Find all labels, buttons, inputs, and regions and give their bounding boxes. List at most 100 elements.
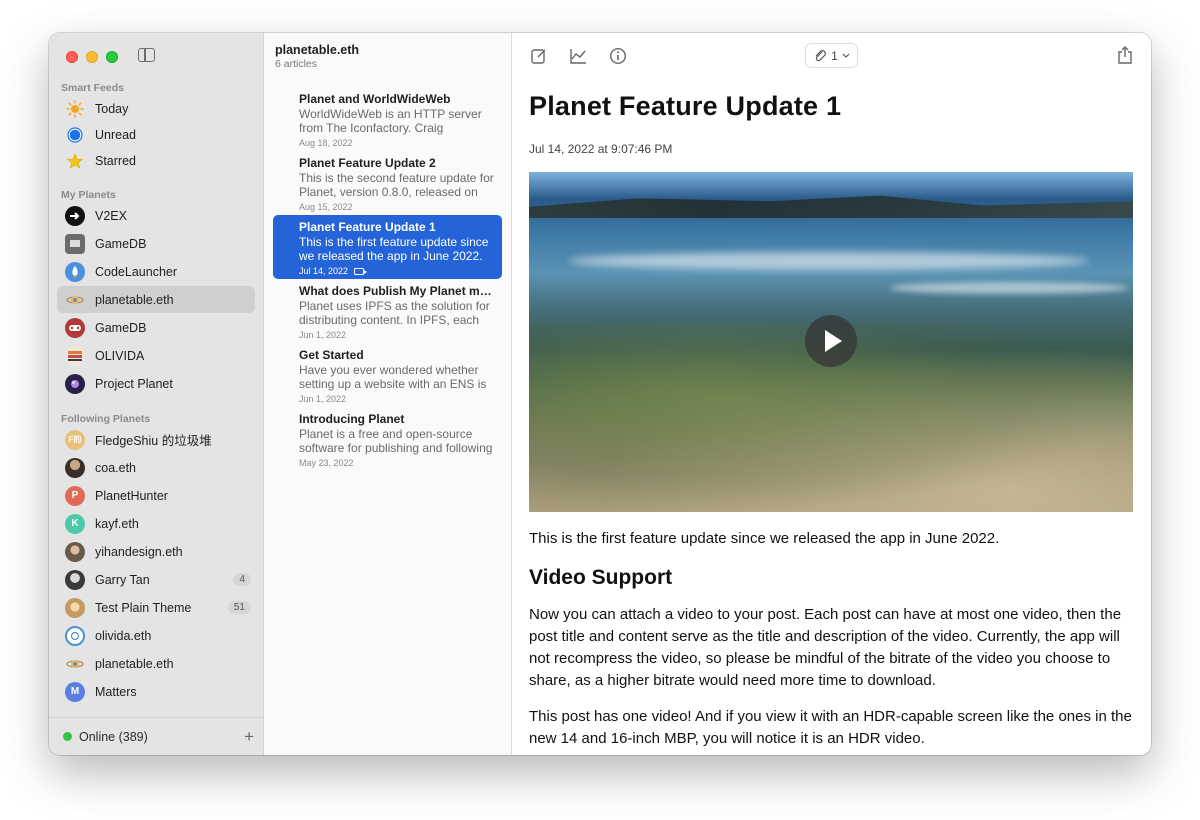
list-item-selected[interactable]: Planet Feature Update 1 This is the firs… [273, 215, 502, 279]
article-date: Jun 1, 2022 [299, 330, 496, 340]
share-icon[interactable] [1116, 45, 1134, 64]
sidebar-item-label: Today [95, 101, 129, 116]
sidebar-item-garry-tan[interactable]: Garry Tan 4 [57, 566, 255, 593]
sidebar-item-label: Starred [95, 153, 136, 168]
sun-icon [65, 99, 85, 119]
toolbar: 1 [512, 33, 1151, 78]
sidebar-item-label: Unread [95, 127, 136, 142]
project-planet-icon [65, 373, 85, 394]
sidebar-item-label: Garry Tan [95, 572, 150, 587]
sidebar-item-unread[interactable]: Unread [57, 121, 255, 148]
sidebar-item-fledgeshiu[interactable]: F的 FledgeShiu 的垃圾堆 [57, 426, 255, 453]
online-status-label: Online (389) [79, 729, 148, 744]
sidebar-item-olivida-eth[interactable]: olivida.eth [57, 622, 255, 649]
article-summary: Have you ever wondered whether setting u… [299, 363, 487, 391]
sidebar-item-label: PlanetHunter [95, 488, 168, 503]
article-date-text: Jun 1, 2022 [299, 330, 347, 340]
article-date: Aug 15, 2022 [299, 202, 496, 212]
close-window-button[interactable] [66, 51, 78, 63]
sidebar-item-olivida[interactable]: OLIVIDA [57, 342, 255, 369]
article-date: Jul 14, 2022 [299, 266, 496, 276]
section-title-smart-feeds: Smart Feeds [61, 82, 125, 94]
v2ex-icon [65, 205, 85, 226]
video-frame-foam [569, 252, 1089, 270]
list-item[interactable]: What does Publish My Planet mean? Planet… [273, 279, 502, 343]
sidebar-item-gamedb[interactable]: GameDB [57, 230, 255, 257]
article-intro: This is the first feature update since w… [529, 530, 1000, 547]
sidebar-item-label: Matters [95, 684, 137, 699]
list-item[interactable]: Introducing Planet Planet is a free and … [273, 407, 502, 471]
sidebar-item-planetable-following[interactable]: planetable.eth [57, 650, 255, 677]
sidebar-item-label: Project Planet [95, 376, 173, 391]
list-item[interactable]: Planet Feature Update 2 This is the seco… [273, 151, 502, 215]
video-attachment-icon [354, 267, 368, 275]
sidebar-item-v2ex[interactable]: V2EX [57, 202, 255, 229]
sidebar-item-starred[interactable]: Starred [57, 147, 255, 174]
article-date-text: May 23, 2022 [299, 458, 354, 468]
compose-icon[interactable] [530, 47, 548, 65]
article-body: Planet Feature Update 1 Jul 14, 2022 at … [529, 91, 1134, 750]
list-item[interactable]: Get Started Have you ever wondered wheth… [273, 343, 502, 407]
attachments-button[interactable]: 1 [805, 43, 858, 68]
sidebar-item-label: GameDB [95, 236, 147, 251]
section-heading: Video Support [529, 566, 673, 589]
article-detail-pane: 1 Planet Feature Update 1 Jul 14, 2022 a… [512, 33, 1151, 755]
paperclip-icon [815, 49, 827, 61]
article-date-text: Jun 1, 2022 [299, 394, 347, 404]
unread-count-badge: 4 [233, 573, 251, 586]
sidebar-item-label: olivida.eth [95, 628, 152, 643]
olivida-eth-avatar [65, 625, 85, 646]
sidebar-item-label: V2EX [95, 208, 127, 223]
article-title: Planet Feature Update 1 [299, 220, 436, 234]
section-title-following-planets: Following Planets [61, 413, 151, 425]
sidebar-item-planethunter[interactable]: P PlanetHunter [57, 482, 255, 509]
article-summary: Planet is a free and open-source softwar… [299, 427, 493, 455]
sidebar-item-coa[interactable]: coa.eth [57, 454, 255, 481]
article-title: What does Publish My Planet mean? [299, 284, 496, 298]
article-list-pane: planetable.eth 6 articles Planet and Wor… [264, 33, 512, 755]
article-paragraph: Now you can attach a video to your post.… [529, 606, 1122, 689]
sidebar-toggle-icon[interactable] [138, 48, 155, 62]
article-count: 6 articles [275, 58, 318, 70]
article-summary: Planet uses IPFS as the solution for dis… [299, 299, 490, 327]
list-item[interactable]: Planet and WorldWideWeb WorldWideWeb is … [273, 87, 502, 151]
play-button[interactable] [805, 315, 857, 367]
app-window: Smart Feeds Today Unread Starred My Plan… [49, 33, 1151, 755]
article-date: May 23, 2022 [299, 458, 496, 468]
article-summary: This is the second feature update for Pl… [299, 171, 494, 199]
minimize-window-button[interactable] [86, 51, 98, 63]
sidebar-item-today[interactable]: Today [57, 95, 255, 122]
sidebar-item-planetable[interactable]: planetable.eth [57, 286, 255, 313]
sidebar-item-project-planet[interactable]: Project Planet [57, 370, 255, 397]
article-title: Planet Feature Update 2 [299, 156, 436, 170]
video-player[interactable] [529, 172, 1133, 512]
sidebar-item-gamedb-2[interactable]: GameDB [57, 314, 255, 341]
planetable-icon [65, 290, 85, 310]
sidebar-footer: Online (389) + [49, 717, 264, 755]
stats-chart-icon[interactable] [569, 47, 587, 65]
zoom-window-button[interactable] [106, 51, 118, 63]
coa-avatar [65, 457, 85, 478]
article-summary: This is the first feature update since w… [299, 235, 489, 263]
info-icon[interactable] [609, 47, 627, 65]
unread-count-badge: 51 [227, 601, 251, 614]
sidebar-item-label: planetable.eth [95, 292, 174, 307]
sidebar-item-label: planetable.eth [95, 656, 174, 671]
sidebar-item-yihandesign[interactable]: yihandesign.eth [57, 538, 255, 565]
video-frame-foam [889, 282, 1129, 294]
sidebar-item-kayf[interactable]: K kayf.eth [57, 510, 255, 537]
sidebar-item-label: FledgeShiu 的垃圾堆 [95, 434, 212, 448]
sidebar-item-codelauncher[interactable]: CodeLauncher [57, 258, 255, 285]
window-controls [66, 51, 118, 63]
sidebar-item-matters[interactable]: M Matters [57, 678, 255, 705]
add-planet-button[interactable]: + [244, 727, 254, 747]
article-date: Jun 1, 2022 [299, 394, 496, 404]
online-status-dot [63, 732, 72, 741]
article-list-header: planetable.eth 6 articles [275, 43, 359, 70]
sidebar-item-label: GameDB [95, 320, 147, 335]
planethunter-avatar: P [65, 485, 85, 506]
planetable-icon [65, 654, 85, 674]
test-plain-avatar [65, 597, 85, 618]
chevron-down-icon [842, 53, 850, 58]
sidebar-item-test-plain-theme[interactable]: Test Plain Theme 51 [57, 594, 255, 621]
